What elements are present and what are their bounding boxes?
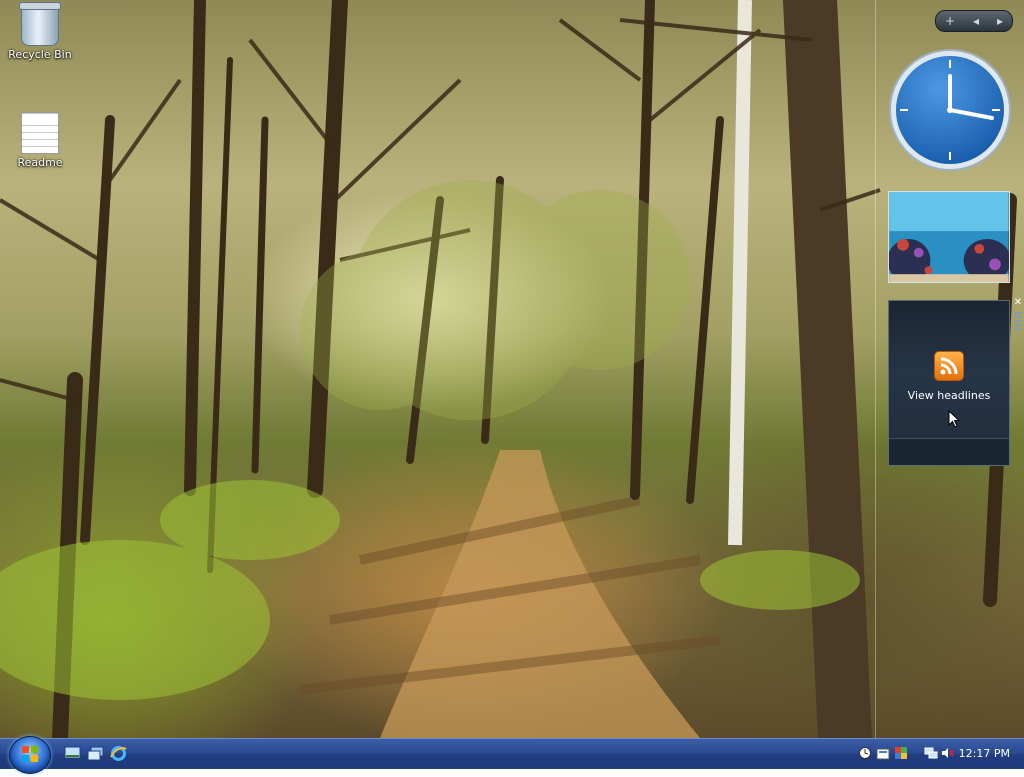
taskbar: 12:17 PM xyxy=(0,736,1024,774)
clock-gadget[interactable] xyxy=(888,48,1012,172)
readme-shortcut[interactable]: Readme xyxy=(2,112,78,169)
internet-explorer-icon[interactable] xyxy=(110,746,127,761)
text-document-icon xyxy=(21,112,59,154)
readme-label: Readme xyxy=(17,156,63,169)
recycle-bin-shortcut[interactable]: Recycle Bin xyxy=(2,2,78,61)
taskbar-clock[interactable]: 12:17 PM xyxy=(959,747,1010,760)
windows-mobile-icon[interactable] xyxy=(876,746,890,760)
show-desktop-icon[interactable] xyxy=(64,746,81,761)
security-shield-icon[interactable] xyxy=(894,746,908,760)
mouse-cursor-icon xyxy=(948,410,960,428)
sidebar-toolbar: + ◂ ▸ xyxy=(935,10,1013,32)
feed-gadget-footer xyxy=(889,438,1009,465)
start-button[interactable] xyxy=(9,736,51,774)
sidebar-icon[interactable] xyxy=(858,746,872,760)
close-icon[interactable]: ✕ xyxy=(1013,298,1023,308)
notification-area: 12:17 PM xyxy=(852,739,1024,769)
desktop-background[interactable]: Recycle Bin Readme + ◂ ▸ View headlines … xyxy=(0,0,1024,738)
next-page-button[interactable]: ▸ xyxy=(997,14,1003,28)
sidebar-divider xyxy=(875,0,876,738)
previous-page-button[interactable]: ◂ xyxy=(973,14,979,28)
rss-feed-icon xyxy=(934,351,964,381)
switch-windows-icon[interactable] xyxy=(87,746,104,761)
volume-icon[interactable] xyxy=(940,746,954,760)
drag-handle-icon[interactable] xyxy=(1014,312,1022,330)
recycle-bin-icon xyxy=(19,2,61,46)
add-gadget-button[interactable]: + xyxy=(945,14,955,28)
view-headlines-link[interactable]: View headlines xyxy=(889,389,1009,402)
slideshow-gadget[interactable] xyxy=(888,191,1010,283)
recycle-bin-label: Recycle Bin xyxy=(8,48,72,61)
forest-wallpaper xyxy=(0,0,1017,738)
network-icon[interactable] xyxy=(924,746,938,760)
feed-headlines-gadget[interactable]: View headlines xyxy=(888,300,1010,466)
